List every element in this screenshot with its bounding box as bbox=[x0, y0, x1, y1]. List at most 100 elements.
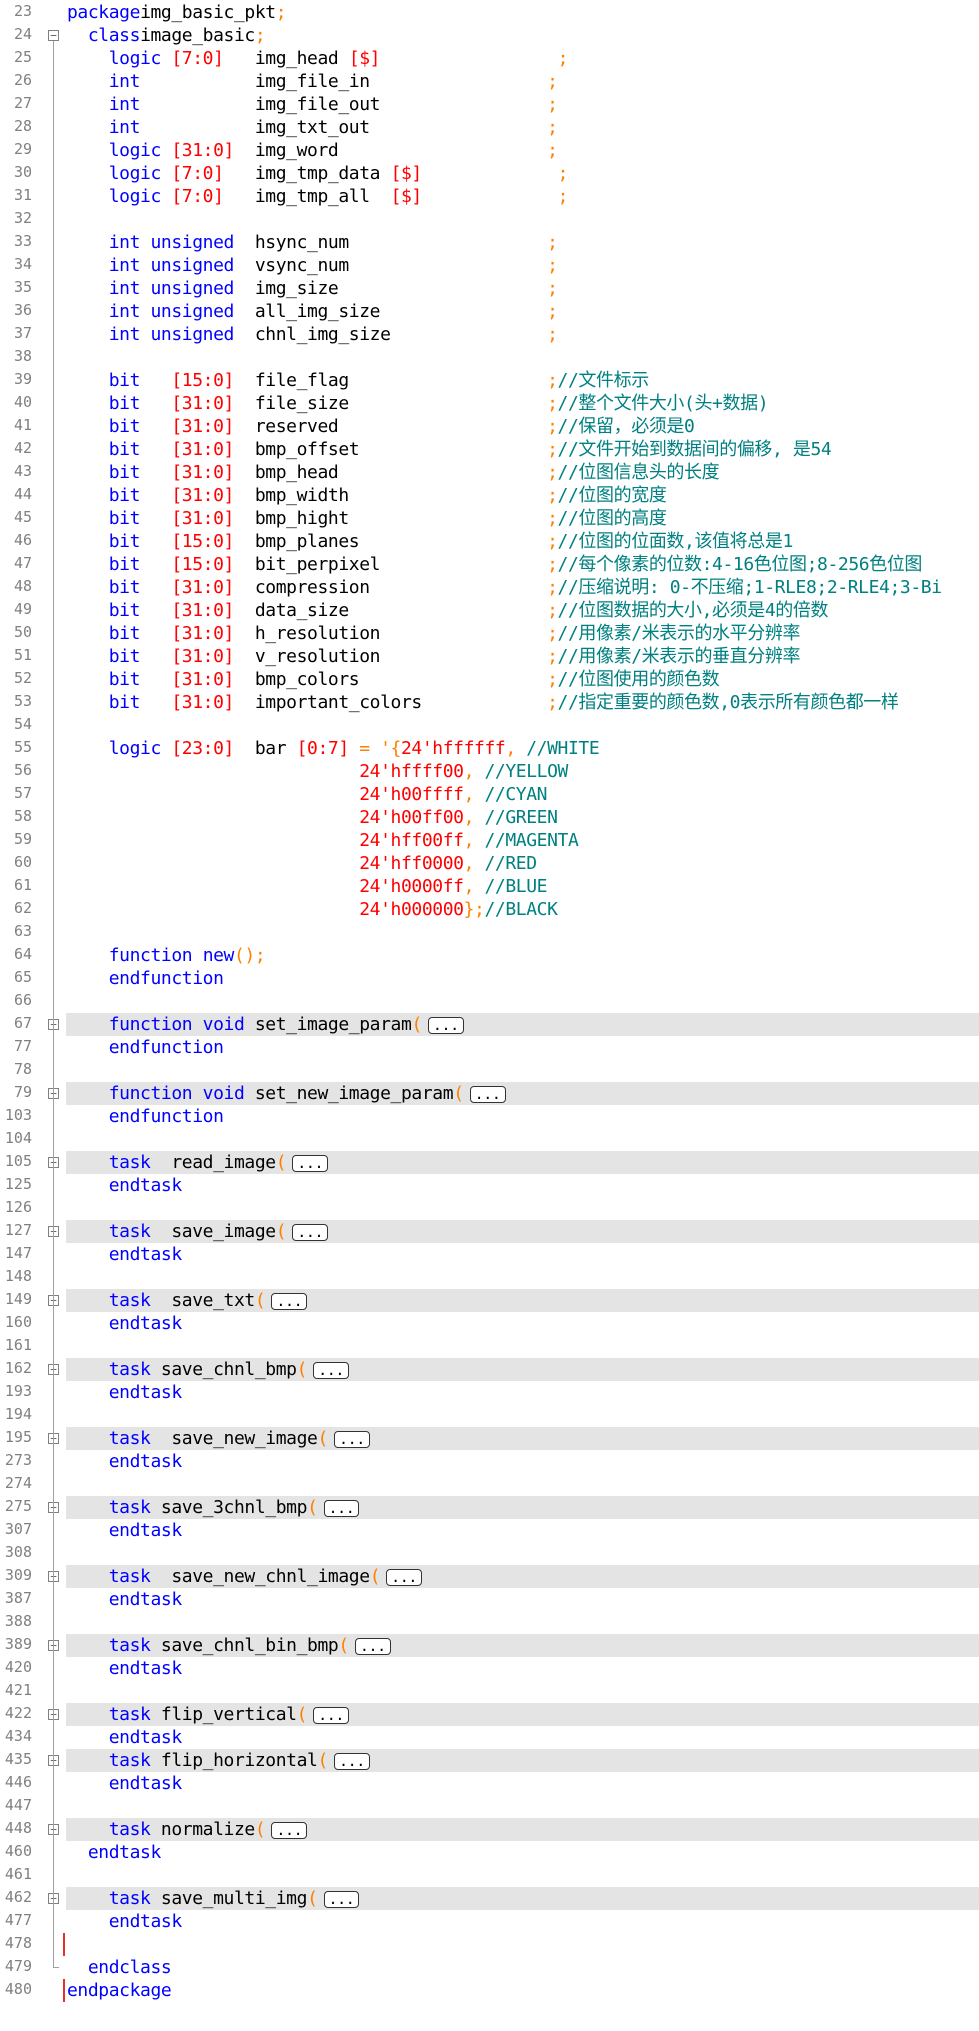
code-text[interactable]: task save_image(... bbox=[67, 1220, 329, 1243]
code-text[interactable]: bit [15:0] bmp_planes ;//位图的位面数,该值将总是1 bbox=[67, 530, 794, 553]
folded-code-line[interactable]: 105+ task read_image(... bbox=[0, 1151, 979, 1174]
code-line[interactable]: 63 bbox=[0, 921, 979, 944]
code-line[interactable]: 59 24'hff00ff, //MAGENTA bbox=[0, 829, 979, 852]
folded-block-ellipsis[interactable]: ... bbox=[354, 1637, 391, 1655]
folded-block-ellipsis[interactable]: ... bbox=[323, 1890, 360, 1908]
code-line[interactable]: 420 endtask bbox=[0, 1657, 979, 1680]
code-line[interactable]: 160 endtask bbox=[0, 1312, 979, 1335]
code-text[interactable]: 24'h000000};//BLACK bbox=[67, 898, 558, 921]
code-line[interactable]: 46 bit [15:0] bmp_planes ;//位图的位面数,该值将总是… bbox=[0, 530, 979, 553]
code-line[interactable]: 50 bit [31:0] h_resolution ;//用像素/米表示的水平… bbox=[0, 622, 979, 645]
code-line[interactable]: 446 endtask bbox=[0, 1772, 979, 1795]
code-text[interactable]: bit [31:0] bmp_colors ;//位图使用的颜色数 bbox=[67, 668, 720, 691]
code-line[interactable]: 28 int img_txt_out ; bbox=[0, 116, 979, 139]
folded-block-ellipsis[interactable]: ... bbox=[292, 1154, 329, 1172]
code-line[interactable]: 193 endtask bbox=[0, 1381, 979, 1404]
code-line[interactable]: 49 bit [31:0] data_size ;//位图数据的大小,必须是4的… bbox=[0, 599, 979, 622]
code-line[interactable]: 66 bbox=[0, 990, 979, 1013]
code-line[interactable]: 36 int unsigned all_img_size ; bbox=[0, 300, 979, 323]
folded-code-line[interactable]: 127+ task save_image(... bbox=[0, 1220, 979, 1243]
folded-block-ellipsis[interactable]: ... bbox=[292, 1223, 329, 1241]
code-line[interactable]: 39 bit [15:0] file_flag ;//文件标示 bbox=[0, 369, 979, 392]
code-line[interactable]: 30 logic [7:0] img_tmp_data [$] ; bbox=[0, 162, 979, 185]
code-line[interactable]: 26 int img_file_in ; bbox=[0, 70, 979, 93]
code-line[interactable]: 55 logic [23:0] bar [0:7] = '{24'hffffff… bbox=[0, 737, 979, 760]
code-text[interactable]: task save_chnl_bin_bmp(... bbox=[67, 1634, 391, 1657]
code-line[interactable]: 32 bbox=[0, 208, 979, 231]
code-text[interactable]: bit [15:0] file_flag ;//文件标示 bbox=[67, 369, 649, 392]
code-line[interactable]: 308 bbox=[0, 1542, 979, 1565]
code-text[interactable]: 24'hff00ff, //MAGENTA bbox=[67, 829, 579, 852]
code-line[interactable]: 194 bbox=[0, 1404, 979, 1427]
code-text[interactable]: endtask bbox=[67, 1841, 161, 1864]
code-text[interactable]: task save_new_chnl_image(... bbox=[67, 1565, 423, 1588]
folded-code-line[interactable]: 149+ task save_txt(... bbox=[0, 1289, 979, 1312]
code-text[interactable]: int unsigned hsync_num ; bbox=[67, 231, 558, 254]
folded-block-ellipsis[interactable]: ... bbox=[323, 1499, 360, 1517]
code-text[interactable]: bit [31:0] reserved ;//保留，必须是0 bbox=[67, 415, 695, 438]
folded-block-ellipsis[interactable]: ... bbox=[333, 1430, 370, 1448]
code-line[interactable]: 274 bbox=[0, 1473, 979, 1496]
code-text[interactable]: bit [31:0] bmp_hight ;//位图的高度 bbox=[67, 507, 667, 530]
code-line[interactable]: 161 bbox=[0, 1335, 979, 1358]
code-text[interactable]: 24'hff0000, //RED bbox=[67, 852, 537, 875]
code-text[interactable]: bit [31:0] h_resolution ;//用像素/米表示的水平分辨率 bbox=[67, 622, 801, 645]
code-editor[interactable]: 23 packageimg_basic_pkt; 24 − classimage_ba… bbox=[0, 0, 979, 2031]
code-text[interactable]: packageimg_basic_pkt; bbox=[67, 1, 287, 24]
code-line[interactable]: 148 bbox=[0, 1266, 979, 1289]
code-line[interactable]: 41 bit [31:0] reserved ;//保留，必须是0 bbox=[0, 415, 979, 438]
code-line[interactable]: 60 24'hff0000, //RED bbox=[0, 852, 979, 875]
code-line[interactable]: 38 bbox=[0, 346, 979, 369]
code-text[interactable]: task normalize(... bbox=[67, 1818, 308, 1841]
code-text[interactable]: classimage_basic; bbox=[67, 24, 266, 47]
code-text[interactable]: endtask bbox=[67, 1450, 182, 1473]
code-line[interactable]: 57 24'h00ffff, //CYAN bbox=[0, 783, 979, 806]
code-line[interactable]: 47 bit [15:0] bit_perpixel ;//每个像素的位数:4-… bbox=[0, 553, 979, 576]
code-text[interactable]: int unsigned all_img_size ; bbox=[67, 300, 558, 323]
code-line[interactable]: 61 24'h0000ff, //BLUE bbox=[0, 875, 979, 898]
code-text[interactable]: endtask bbox=[67, 1381, 182, 1404]
code-line[interactable]: 27 int img_file_out ; bbox=[0, 93, 979, 116]
code-line[interactable]: 125 endtask bbox=[0, 1174, 979, 1197]
code-text[interactable]: bit [31:0] bmp_offset ;//文件开始到数据间的偏移, 是5… bbox=[67, 438, 832, 461]
folded-code-line[interactable]: 79+ function void set_new_image_param(..… bbox=[0, 1082, 979, 1105]
folded-code-line[interactable]: 195+ task save_new_image(... bbox=[0, 1427, 979, 1450]
code-line[interactable]: 447 bbox=[0, 1795, 979, 1818]
code-line[interactable]: 64 function new(); bbox=[0, 944, 979, 967]
code-text[interactable]: int unsigned img_size ; bbox=[67, 277, 558, 300]
folded-block-ellipsis[interactable]: ... bbox=[333, 1752, 370, 1770]
code-line[interactable]: 56 24'hffff00, //YELLOW bbox=[0, 760, 979, 783]
code-text[interactable]: int img_file_out ; bbox=[67, 93, 558, 116]
code-text[interactable]: endpackage bbox=[67, 1979, 172, 2002]
code-line[interactable]: 461 bbox=[0, 1864, 979, 1887]
code-text[interactable]: int unsigned chnl_img_size ; bbox=[67, 323, 558, 346]
folded-code-line[interactable]: 162+ task save_chnl_bmp(... bbox=[0, 1358, 979, 1381]
code-text[interactable]: 24'hffff00, //YELLOW bbox=[67, 760, 568, 783]
code-text[interactable]: task save_3chnl_bmp(... bbox=[67, 1496, 360, 1519]
code-line[interactable]: 44 bit [31:0] bmp_width ;//位图的宽度 bbox=[0, 484, 979, 507]
code-text[interactable]: 24'h0000ff, //BLUE bbox=[67, 875, 547, 898]
code-text[interactable]: logic [7:0] img_head [$] ; bbox=[67, 47, 569, 70]
code-text[interactable]: bit [31:0] compression ;//压缩说明: 0-不压缩;1-… bbox=[67, 576, 942, 599]
code-line[interactable]: 477 endtask bbox=[0, 1910, 979, 1933]
code-line[interactable]: 103 endfunction bbox=[0, 1105, 979, 1128]
code-line[interactable]: 23 packageimg_basic_pkt; bbox=[0, 1, 979, 24]
code-text[interactable]: logic [7:0] img_tmp_data [$] ; bbox=[67, 162, 569, 185]
code-line[interactable]: 479 endclass bbox=[0, 1956, 979, 1979]
code-line[interactable]: 77 endfunction bbox=[0, 1036, 979, 1059]
code-line[interactable]: 480 endpackage bbox=[0, 1979, 979, 2002]
code-line[interactable]: 43 bit [31:0] bmp_head ;//位图信息头的长度 bbox=[0, 461, 979, 484]
folded-code-line[interactable]: 309+ task save_new_chnl_image(... bbox=[0, 1565, 979, 1588]
code-text[interactable]: bit [31:0] bmp_head ;//位图信息头的长度 bbox=[67, 461, 720, 484]
code-text[interactable]: bit [31:0] v_resolution ;//用像素/米表示的垂直分辨率 bbox=[67, 645, 801, 668]
code-line[interactable]: 421 bbox=[0, 1680, 979, 1703]
code-text[interactable]: endtask bbox=[67, 1657, 182, 1680]
code-line[interactable]: 147 endtask bbox=[0, 1243, 979, 1266]
code-line[interactable]: 58 24'h00ff00, //GREEN bbox=[0, 806, 979, 829]
code-text[interactable]: bit [31:0] important_colors ;//指定重要的颜色数,… bbox=[67, 691, 899, 714]
code-text[interactable]: endtask bbox=[67, 1312, 182, 1335]
code-text[interactable]: logic [31:0] img_word ; bbox=[67, 139, 558, 162]
code-line[interactable]: 40 bit [31:0] file_size ;//整个文件大小(头+数据) bbox=[0, 392, 979, 415]
code-text[interactable]: task save_txt(... bbox=[67, 1289, 308, 1312]
code-text[interactable]: task save_multi_img(... bbox=[67, 1887, 360, 1910]
